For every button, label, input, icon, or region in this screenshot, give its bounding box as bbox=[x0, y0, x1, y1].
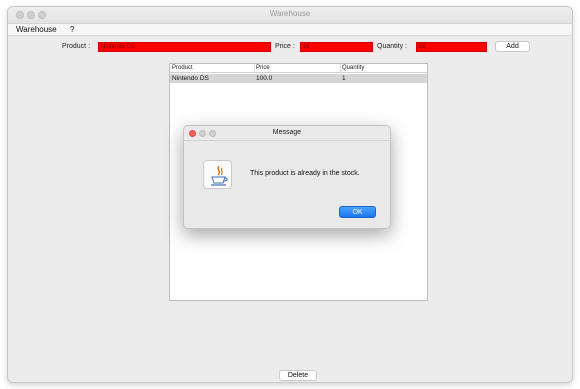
menu-help[interactable]: ? bbox=[70, 25, 74, 34]
dialog-title: Message bbox=[272, 129, 302, 136]
price-label: Price : bbox=[275, 43, 295, 50]
quantity-label: Quantity : bbox=[377, 43, 407, 50]
table-header: Product Price Quantity bbox=[170, 64, 427, 73]
warehouse-window: Warehouse Warehouse ? Product : Nintendo… bbox=[7, 6, 573, 383]
add-button[interactable]: Add bbox=[495, 41, 530, 52]
table-row[interactable]: Nintendo DS 100.0 1 bbox=[170, 74, 427, 83]
column-divider bbox=[340, 64, 341, 73]
cell-price: 100.0 bbox=[256, 75, 273, 82]
java-app-icon bbox=[203, 160, 232, 189]
menu-warehouse[interactable]: Warehouse bbox=[16, 25, 57, 34]
ok-button[interactable]: OK bbox=[339, 206, 376, 218]
column-header-quantity[interactable]: Quantity bbox=[342, 65, 364, 71]
delete-button[interactable]: Delete bbox=[279, 370, 317, 381]
product-input[interactable]: Nintendo DS bbox=[98, 42, 271, 52]
window-title: Warehouse bbox=[269, 9, 311, 18]
window-titlebar[interactable]: Warehouse bbox=[8, 7, 572, 24]
product-label: Product : bbox=[62, 43, 91, 50]
cell-quantity: 1 bbox=[342, 75, 346, 82]
message-dialog: Message This product is already in the s… bbox=[183, 125, 391, 229]
dialog-titlebar[interactable]: Message bbox=[184, 126, 390, 141]
column-header-price[interactable]: Price bbox=[256, 65, 270, 71]
column-divider bbox=[254, 64, 255, 73]
quantity-input[interactable]: €€ bbox=[416, 42, 487, 52]
cell-product: Nintendo DS bbox=[172, 75, 209, 82]
price-input[interactable]: €€ bbox=[300, 42, 373, 52]
menu-bar: Warehouse ? bbox=[8, 24, 572, 36]
dialog-message: This product is already in the stock. bbox=[250, 170, 360, 177]
column-header-product[interactable]: Product bbox=[172, 65, 193, 71]
